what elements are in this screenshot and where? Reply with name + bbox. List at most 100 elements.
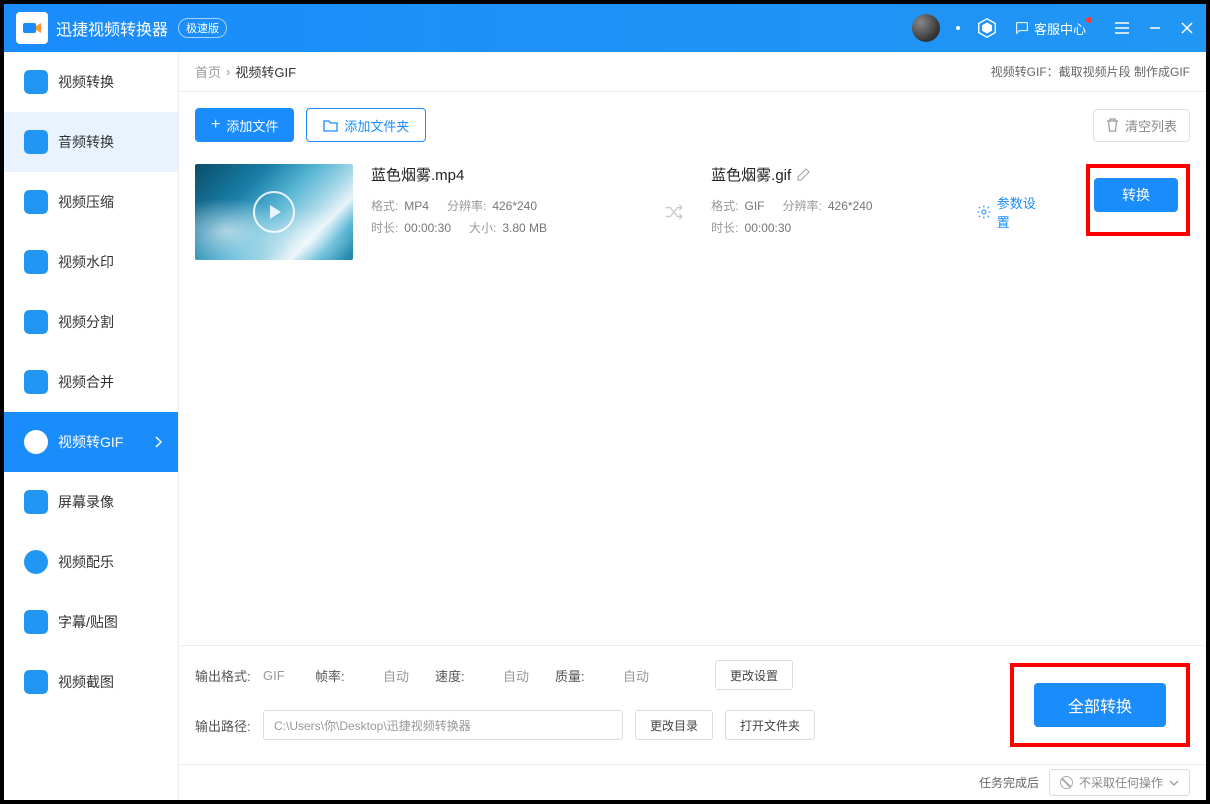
video-thumbnail[interactable] xyxy=(195,164,353,260)
play-icon xyxy=(253,191,295,233)
vip-icon[interactable] xyxy=(976,17,998,39)
change-settings-button[interactable]: 更改设置 xyxy=(715,660,793,690)
sidebar-label: 屏幕录像 xyxy=(58,492,114,512)
params-label: 参数设置 xyxy=(997,193,1048,231)
sidebar-item-audio-convert[interactable]: 音频转换 xyxy=(4,112,178,172)
clear-list-button[interactable]: 清空列表 xyxy=(1093,109,1190,142)
sidebar-label: 视频压缩 xyxy=(58,192,114,212)
plus-icon: + xyxy=(211,116,220,134)
out-fps-label: 帧率: xyxy=(315,666,371,685)
toolbar: + 添加文件 添加文件夹 清空列表 xyxy=(179,92,1206,158)
sidebar-item-screenshot[interactable]: 视频截图 xyxy=(4,652,178,712)
breadcrumb-current: 视频转GIF xyxy=(235,62,296,81)
video-watermark-icon xyxy=(24,250,48,274)
target-filename: 蓝色烟雾.gif xyxy=(711,164,791,185)
subtitle-icon xyxy=(24,610,48,634)
out-fps-value: 自动 xyxy=(383,666,423,685)
out-quality-value: 自动 xyxy=(623,666,663,685)
sidebar-label: 字幕/贴图 xyxy=(58,612,118,632)
source-info: 蓝色烟雾.mp4 格式:MP4 分辨率:426*240 时长:00:00:30 … xyxy=(371,164,638,239)
sidebar-item-video-merge[interactable]: 视频合并 xyxy=(4,352,178,412)
out-path-label: 输出路径: xyxy=(195,716,251,735)
chevron-down-icon xyxy=(1169,780,1179,786)
sidebar-item-screen-record[interactable]: 屏幕录像 xyxy=(4,472,178,532)
output-panel: 输出格式: GIF 帧率: 自动 速度: 自动 质量: 自动 更改设置 输出路径… xyxy=(179,645,1206,764)
sidebar-label: 视频转GIF xyxy=(58,432,123,452)
title-bar-tools: 客服中心 xyxy=(912,14,1194,42)
app-logo-icon xyxy=(16,12,48,44)
edit-icon[interactable] xyxy=(797,168,810,181)
folder-icon xyxy=(323,119,338,132)
video-compress-icon xyxy=(24,190,48,214)
footer: 任务完成后 不采取任何操作 xyxy=(179,764,1206,800)
change-dir-button[interactable]: 更改目录 xyxy=(635,710,713,740)
screen-record-icon xyxy=(24,490,48,514)
sidebar-item-video-convert[interactable]: 视频转换 xyxy=(4,52,178,112)
out-quality-label: 质量: xyxy=(555,666,611,685)
sidebar-label: 视频合并 xyxy=(58,372,114,392)
sidebar-item-video-watermark[interactable]: 视频水印 xyxy=(4,232,178,292)
user-avatar[interactable] xyxy=(912,14,940,42)
sidebar-item-video-to-gif[interactable]: 视频转GIF xyxy=(4,412,178,472)
sidebar-label: 视频截图 xyxy=(58,672,114,692)
sidebar-item-video-audio[interactable]: 视频配乐 xyxy=(4,532,178,592)
breadcrumb: 首页 › 视频转GIF 视频转GIF：截取视频片段 制作成GIF xyxy=(179,52,1206,92)
main-panel: 首页 › 视频转GIF 视频转GIF：截取视频片段 制作成GIF + 添加文件 … xyxy=(179,52,1206,800)
convert-all-button[interactable]: 全部转换 xyxy=(1034,683,1166,727)
file-list: 蓝色烟雾.mp4 格式:MP4 分辨率:426*240 时长:00:00:30 … xyxy=(179,158,1206,645)
title-bar: 迅捷视频转换器 极速版 客服中心 xyxy=(4,4,1206,52)
convert-all-highlight-box: 全部转换 xyxy=(1010,663,1190,747)
out-speed-value: 自动 xyxy=(503,666,543,685)
add-file-button[interactable]: + 添加文件 xyxy=(195,108,294,142)
close-icon[interactable] xyxy=(1180,21,1194,35)
video-split-icon xyxy=(24,310,48,334)
output-path-input[interactable] xyxy=(263,710,623,740)
out-format-value: GIF xyxy=(263,668,303,683)
source-filename: 蓝色烟雾.mp4 xyxy=(371,164,638,185)
sidebar-item-video-compress[interactable]: 视频压缩 xyxy=(4,172,178,232)
clear-list-label: 清空列表 xyxy=(1125,116,1177,135)
video-audio-icon xyxy=(24,550,48,574)
video-convert-icon xyxy=(24,70,48,94)
after-task-value: 不采取任何操作 xyxy=(1079,774,1163,791)
ban-icon xyxy=(1060,776,1073,789)
audio-convert-icon xyxy=(24,130,48,154)
video-merge-icon xyxy=(24,370,48,394)
add-folder-label: 添加文件夹 xyxy=(344,116,409,135)
breadcrumb-desc: 视频转GIF：截取视频片段 制作成GIF xyxy=(991,63,1190,80)
convert-highlight-box: 转换 xyxy=(1086,164,1190,236)
breadcrumb-home[interactable]: 首页 xyxy=(195,62,221,81)
notification-dot xyxy=(1086,17,1092,23)
out-speed-label: 速度: xyxy=(435,666,491,685)
shuffle-icon xyxy=(663,203,685,221)
minimize-icon[interactable] xyxy=(1148,21,1162,35)
sidebar-item-subtitle[interactable]: 字幕/贴图 xyxy=(4,592,178,652)
separator-dot xyxy=(956,26,960,30)
params-settings-link[interactable]: 参数设置 xyxy=(976,193,1048,231)
play-overlay xyxy=(195,164,353,260)
after-task-label: 任务完成后 xyxy=(979,774,1039,791)
support-link[interactable]: 客服中心 xyxy=(1014,19,1086,38)
file-item: 蓝色烟雾.mp4 格式:MP4 分辨率:426*240 时长:00:00:30 … xyxy=(195,158,1190,272)
open-folder-button[interactable]: 打开文件夹 xyxy=(725,710,815,740)
sidebar-label: 视频转换 xyxy=(58,72,114,92)
sidebar-label: 音频转换 xyxy=(58,132,114,152)
breadcrumb-sep: › xyxy=(226,64,230,79)
convert-button[interactable]: 转换 xyxy=(1094,178,1178,212)
app-title: 迅捷视频转换器 xyxy=(56,16,168,40)
support-label: 客服中心 xyxy=(1034,19,1086,38)
add-file-label: 添加文件 xyxy=(226,116,278,135)
sidebar-label: 视频分割 xyxy=(58,312,114,332)
chat-icon xyxy=(1014,20,1030,36)
sidebar: 视频转换 音频转换 视频压缩 视频水印 视频分割 视频合并 xyxy=(4,52,179,800)
trash-icon xyxy=(1106,118,1119,132)
video-to-gif-icon xyxy=(24,430,48,454)
sidebar-item-video-split[interactable]: 视频分割 xyxy=(4,292,178,352)
target-info: 蓝色烟雾.gif 格式:GIF 分辨率:426*240 时长:00:00:30 xyxy=(711,164,958,239)
menu-icon[interactable] xyxy=(1114,21,1130,35)
app-edition-badge: 极速版 xyxy=(178,18,227,38)
screenshot-icon xyxy=(24,670,48,694)
add-folder-button[interactable]: 添加文件夹 xyxy=(306,108,426,142)
out-format-label: 输出格式: xyxy=(195,666,251,685)
after-task-select[interactable]: 不采取任何操作 xyxy=(1049,769,1190,796)
